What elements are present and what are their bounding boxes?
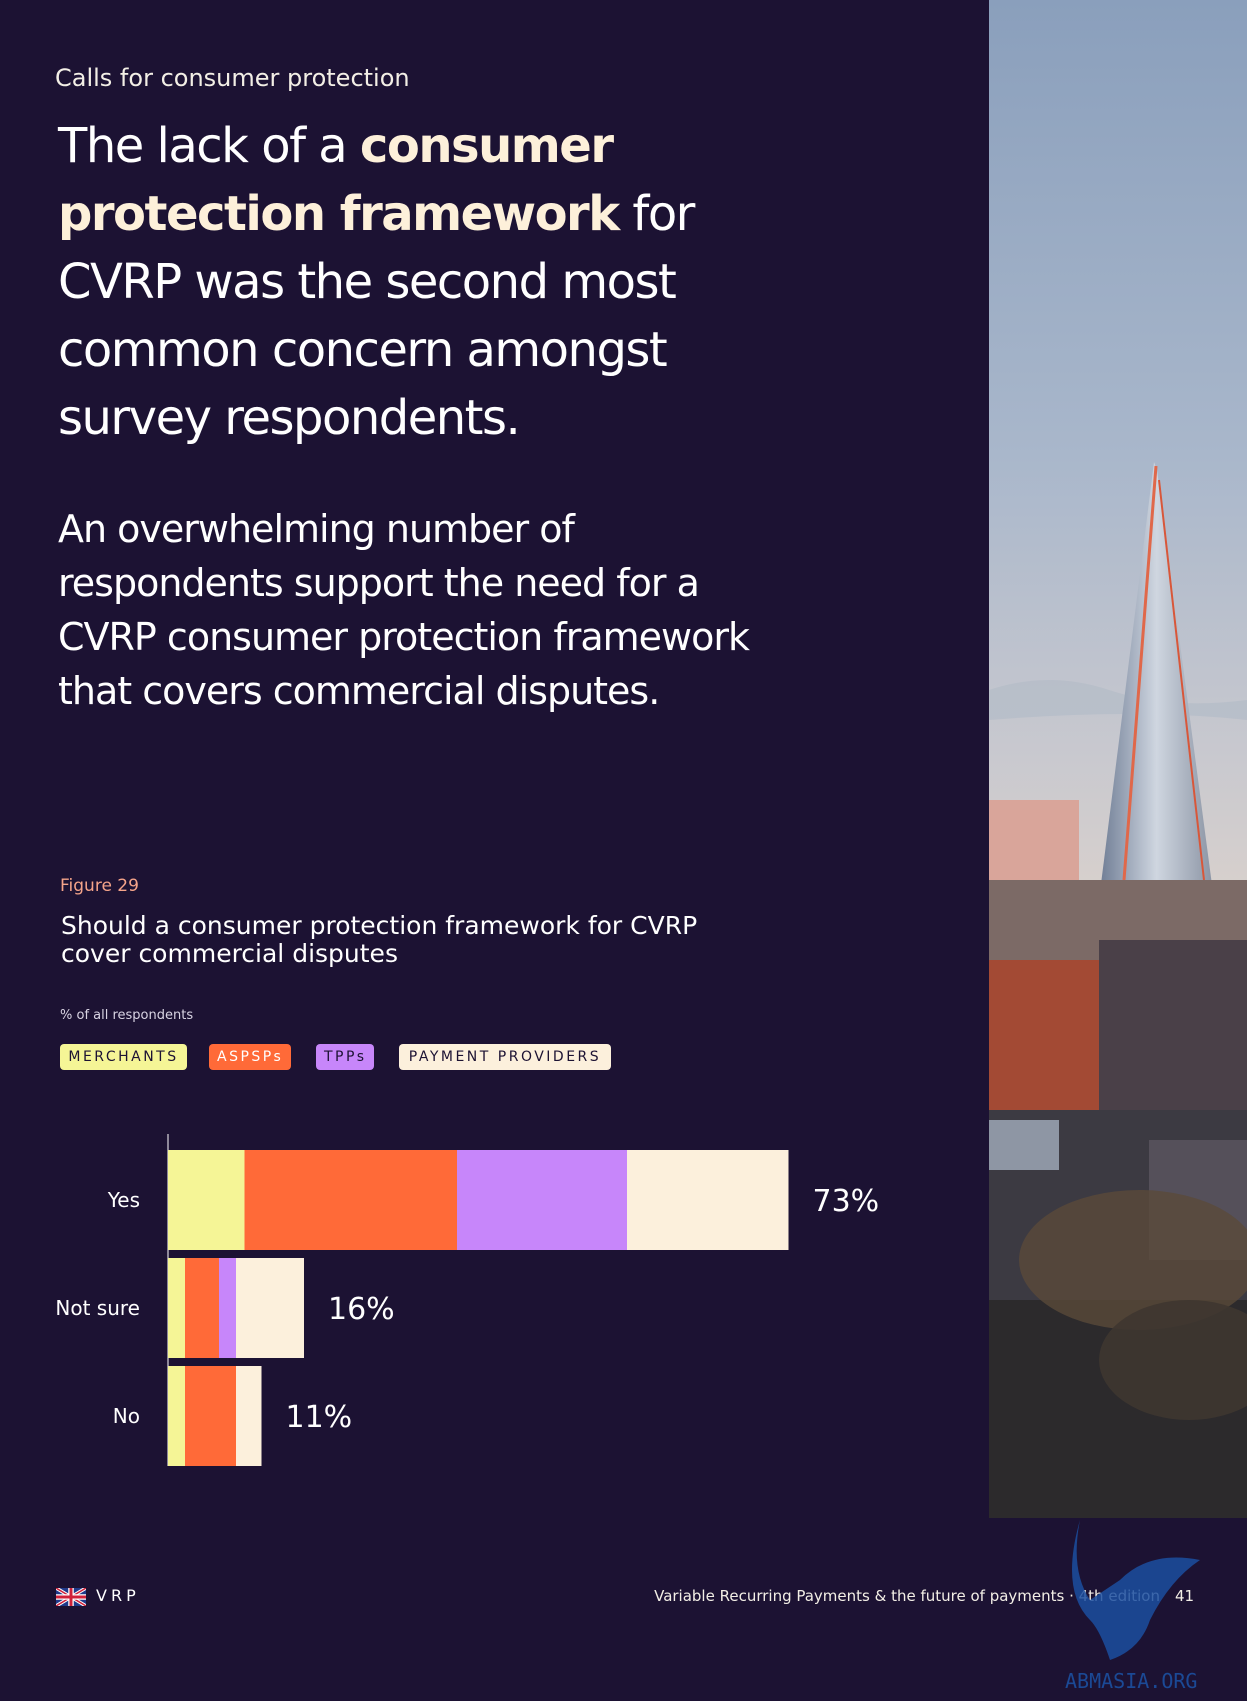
city-skyline-photo <box>989 0 1247 1518</box>
total-label: 16% <box>328 1292 395 1327</box>
legend-payment-providers: PAYMENT PROVIDERS <box>399 1044 611 1070</box>
subhead: An overwhelming number of respondents su… <box>58 507 750 713</box>
legend-merchants: MERCHANTS <box>60 1044 187 1070</box>
figure-unit-note: % of all respondents <box>60 1008 194 1023</box>
total-label: 11% <box>286 1400 353 1435</box>
bar-segment <box>236 1258 304 1358</box>
category-label: No <box>113 1404 140 1428</box>
bar-segment <box>168 1150 245 1250</box>
bar-segment <box>244 1150 457 1250</box>
uk-flag-icon <box>56 1588 86 1606</box>
total-label: 73% <box>813 1184 880 1219</box>
legend-tpps: TPPs <box>316 1044 374 1070</box>
bar-segment <box>457 1150 627 1250</box>
headline: The lack of a consumer protection framew… <box>58 112 738 452</box>
headline-part1: The lack of a <box>58 118 360 174</box>
stacked-bar-chart: Yes 73% Not sure 16% No 11% <box>55 1134 880 1466</box>
category-label: Yes <box>107 1188 140 1212</box>
bar-segment <box>219 1258 236 1358</box>
footer-brand: VRP <box>96 1586 140 1605</box>
bar-segment <box>185 1258 219 1358</box>
legend-aspsps: ASPSPs <box>209 1044 291 1070</box>
category-label: Not sure <box>55 1296 140 1320</box>
figure-label: Figure 29 <box>60 876 139 896</box>
figure-title: Should a consumer protection framework f… <box>61 911 698 968</box>
bar-segment <box>168 1258 185 1358</box>
watermark-logo: ABMASIA.ORG <box>1065 1520 1200 1693</box>
bar-segment <box>236 1366 262 1466</box>
bar-segment <box>185 1366 236 1466</box>
section-kicker: Calls for consumer protection <box>55 64 410 92</box>
bar-segment <box>168 1366 185 1466</box>
watermark-text: ABMASIA.ORG <box>1065 1669 1197 1693</box>
bar-segment <box>627 1150 789 1250</box>
